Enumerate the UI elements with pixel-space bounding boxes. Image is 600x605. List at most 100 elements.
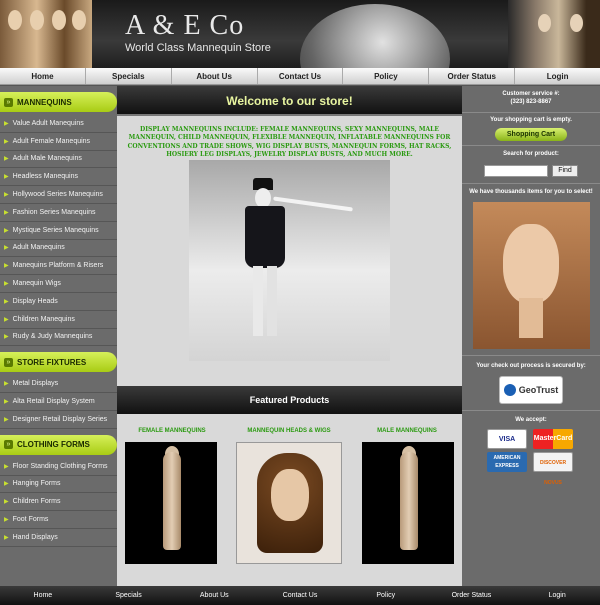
bullet-arrow-icon: ▶: [4, 316, 9, 323]
bullet-arrow-icon: ▶: [4, 534, 9, 541]
footer-about-us[interactable]: About Us: [171, 586, 257, 605]
nav-login[interactable]: Login: [515, 68, 600, 84]
sidebar-item[interactable]: ▶ Designer Retail Display Series: [0, 411, 117, 429]
sidebar-item-label: Hollywood Series Manequins: [12, 191, 103, 199]
nav-home[interactable]: Home: [0, 68, 86, 84]
sidebar-item[interactable]: ▶ Adult Male Manequins: [0, 151, 117, 169]
mastercard-icon: MasterCard: [533, 429, 573, 449]
sidebar-item[interactable]: ▶ Headless Manequins: [0, 168, 117, 187]
bullet-arrow-icon: ▶: [4, 192, 9, 199]
product-title-heads-wigs[interactable]: MANNEQUIN HEADS & WIGS: [234, 428, 344, 434]
discover-card-icon: DISCOVER NOVUS: [533, 452, 573, 486]
sidebar-item[interactable]: ▶ Manequin Wigs: [0, 275, 117, 293]
bullet-arrow-icon: ▶: [4, 298, 9, 305]
bullet-arrow-icon: ▶: [4, 281, 9, 288]
sidebar-item-label: Headless Manequins: [12, 173, 78, 181]
shopping-cart-button[interactable]: Shopping Cart: [495, 128, 567, 141]
sidebar-item[interactable]: ▶ Children Forms: [0, 493, 117, 512]
footer-login[interactable]: Login: [514, 586, 600, 605]
category-header[interactable]: » MANNEQUINS: [0, 92, 117, 112]
sidebar-item[interactable]: ▶ Alta Retail Display System: [0, 393, 117, 411]
bullet-arrow-icon: ▶: [4, 399, 9, 406]
bullet-arrow-icon: ▶: [4, 381, 9, 388]
sidebar-item-label: Manequins Platform & Risers: [12, 262, 104, 270]
featured-products-heading: Featured Products: [117, 386, 462, 414]
sidebar-item[interactable]: ▶ Hanging Forms: [0, 476, 117, 494]
geotrust-badge[interactable]: GeoTrust: [499, 376, 563, 404]
product-image-male[interactable]: [362, 442, 454, 564]
product-title-female[interactable]: FEMALE MANNEQUINS: [117, 428, 227, 434]
nav-specials[interactable]: Specials: [86, 68, 172, 84]
find-button[interactable]: Find: [552, 165, 578, 177]
chevron-icon: »: [4, 440, 13, 450]
bullet-arrow-icon: ▶: [4, 209, 9, 216]
sidebar-item[interactable]: ▶ Children Manequins: [0, 311, 117, 329]
header-fashion-image: [508, 0, 600, 68]
customer-service-phone: (323) 823-8867: [510, 99, 552, 105]
footer-home[interactable]: Home: [0, 586, 86, 605]
bullet-arrow-icon: ▶: [4, 120, 9, 127]
sidebar-item-label: Metal Displays: [12, 380, 59, 388]
category-header[interactable]: » STORE FIXTURES: [0, 352, 117, 373]
product-title-male[interactable]: MALE MANNEQUINS: [352, 428, 462, 434]
sidebar-item-label: Alta Retail Display System: [12, 398, 95, 406]
product-image-female[interactable]: [125, 442, 217, 564]
bullet-arrow-icon: ▶: [4, 245, 9, 252]
sidebar-item-label: Manequin Wigs: [12, 280, 61, 288]
footer-order-status[interactable]: Order Status: [429, 586, 515, 605]
header-mannequins-image: [0, 0, 92, 68]
footer-policy[interactable]: Policy: [343, 586, 429, 605]
sidebar-item-label: Rudy & Judy Mannequins: [12, 333, 93, 341]
sidebar-item-label: Hand Displays: [12, 533, 58, 541]
sidebar-item-label: Floor Standing Clothing Forms: [12, 462, 108, 470]
search-block: Search for product: Find: [462, 146, 600, 184]
sidebar-item[interactable]: ▶ Fashion Series Manequins: [0, 204, 117, 222]
sidebar-item[interactable]: ▶ Metal Displays: [0, 375, 117, 394]
globe-graphic: [300, 4, 450, 68]
sidebar-item[interactable]: ▶ Hand Displays: [0, 529, 117, 547]
search-label: Search for product:: [503, 151, 559, 157]
bullet-arrow-icon: ▶: [4, 227, 9, 234]
sidebar-item-label: Mystique Series Manequins: [12, 226, 99, 234]
payment-block: We accept: VISA MasterCard AMERICAN EXPR…: [462, 411, 600, 486]
bullet-arrow-icon: ▶: [4, 463, 9, 470]
nav-policy[interactable]: Policy: [343, 68, 430, 84]
sidebar-item-label: Designer Retail Display Series: [12, 415, 108, 423]
site-logo[interactable]: A & E Co: [125, 10, 244, 42]
sidebar-item[interactable]: ▶ Adult Manequins: [0, 240, 117, 258]
sidebar-item[interactable]: ▶ Adult Female Manequins: [0, 133, 117, 151]
product-image-heads-wigs[interactable]: [236, 442, 342, 564]
footer-specials[interactable]: Specials: [86, 586, 172, 605]
info-sidebar: Customer service #: (323) 823-8867 Your …: [462, 86, 600, 586]
hero-image[interactable]: [189, 160, 390, 361]
chevron-icon: »: [4, 97, 13, 107]
bullet-arrow-icon: ▶: [4, 156, 9, 163]
sidebar-item[interactable]: ▶ Value Adult Manequins: [0, 115, 117, 133]
sidebar-item-label: Hanging Forms: [12, 480, 61, 488]
sidebar-item-label: Children Manequins: [12, 315, 75, 323]
nav-order-status[interactable]: Order Status: [429, 68, 516, 84]
bullet-arrow-icon: ▶: [4, 174, 9, 181]
search-input[interactable]: [484, 165, 548, 177]
sidebar-item[interactable]: ▶ Foot Forms: [0, 511, 117, 529]
sidebar-item-label: Value Adult Manequins: [12, 119, 84, 127]
sidebar-item[interactable]: ▶ Manequins Platform & Risers: [0, 257, 117, 276]
cart-status: Your shopping cart is empty.: [490, 117, 572, 123]
promo-wig-image[interactable]: [472, 202, 590, 349]
sidebar-item[interactable]: ▶ Mystique Series Manequins: [0, 222, 117, 240]
sidebar-item[interactable]: ▶ Display Heads: [0, 293, 117, 311]
nav-contact-us[interactable]: Contact Us: [258, 68, 344, 84]
sidebar-item[interactable]: ▶ Floor Standing Clothing Forms: [0, 458, 117, 476]
sidebar-item[interactable]: ▶ Rudy & Judy Mannequins: [0, 329, 117, 347]
chevron-icon: »: [4, 357, 13, 367]
nav-about-us[interactable]: About Us: [172, 68, 258, 84]
footer-contact-us[interactable]: Contact Us: [257, 586, 343, 605]
sidebar-item-label: Adult Male Manequins: [12, 155, 82, 163]
sidebar-item[interactable]: ▶ Hollywood Series Manequins: [0, 186, 117, 204]
category-header[interactable]: » CLOTHING FORMS: [0, 434, 117, 455]
bullet-arrow-icon: ▶: [4, 499, 9, 506]
category-header-label: STORE FIXTURES: [17, 357, 87, 367]
sidebar-item-label: Children Forms: [12, 498, 61, 506]
accept-text: We accept:: [515, 417, 547, 423]
site-header: A & E Co World Class Mannequin Store: [0, 0, 600, 68]
